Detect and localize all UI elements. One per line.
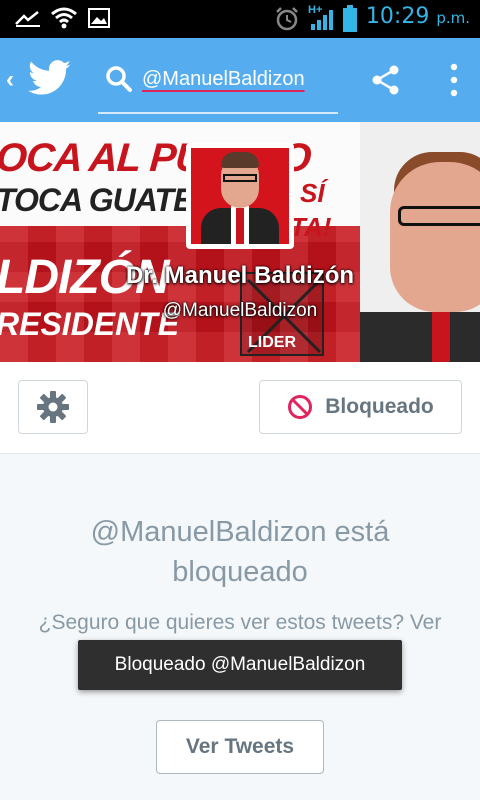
avatar-photo (191, 148, 289, 244)
status-time-ampm: p.m. (436, 9, 470, 27)
share-icon[interactable] (370, 64, 402, 96)
gear-icon (37, 391, 69, 423)
wifi-icon (51, 7, 77, 29)
profile-actions: Bloqueado (0, 362, 480, 454)
blocked-title: @ManuelBaldizon está bloqueado (90, 516, 390, 588)
blocked-button[interactable]: Bloqueado (259, 380, 462, 434)
status-time: 10:29 p.m. (366, 4, 470, 29)
banner-slogan-right2: TA! (290, 212, 332, 242)
twitter-bird-icon[interactable] (28, 60, 72, 96)
alarm-icon (276, 7, 298, 31)
search-input[interactable]: @ManuelBaldizon (142, 68, 305, 91)
toast-message: Bloqueado @ManuelBaldizon (78, 640, 402, 690)
blocked-button-label: Bloqueado (325, 395, 434, 418)
settings-button[interactable] (18, 380, 88, 434)
banner-portrait (360, 122, 480, 362)
banner-slogan-right: SÍ (300, 178, 325, 208)
missed-call-icon (15, 11, 40, 27)
status-bar: H+ 10:29 p.m. (0, 0, 480, 38)
battery-icon (343, 5, 357, 32)
image-icon (88, 8, 110, 28)
avatar[interactable] (186, 143, 294, 249)
search-icon[interactable] (104, 64, 134, 94)
action-bar: ‹ @ManuelBaldizon (0, 38, 480, 122)
status-time-value: 10:29 (365, 4, 430, 29)
signal-icon (311, 10, 333, 30)
overflow-menu-icon[interactable] (448, 62, 460, 98)
profile-name: Dr. Manuel Baldizón (125, 262, 355, 289)
search-underline (98, 112, 338, 114)
ballot-label: LIDER (248, 334, 296, 351)
view-tweets-button[interactable]: Ver Tweets (156, 720, 324, 774)
back-chevron-icon[interactable]: ‹ (6, 66, 14, 94)
block-icon (288, 395, 313, 419)
profile-handle: @ManuelBaldizon (162, 300, 318, 321)
